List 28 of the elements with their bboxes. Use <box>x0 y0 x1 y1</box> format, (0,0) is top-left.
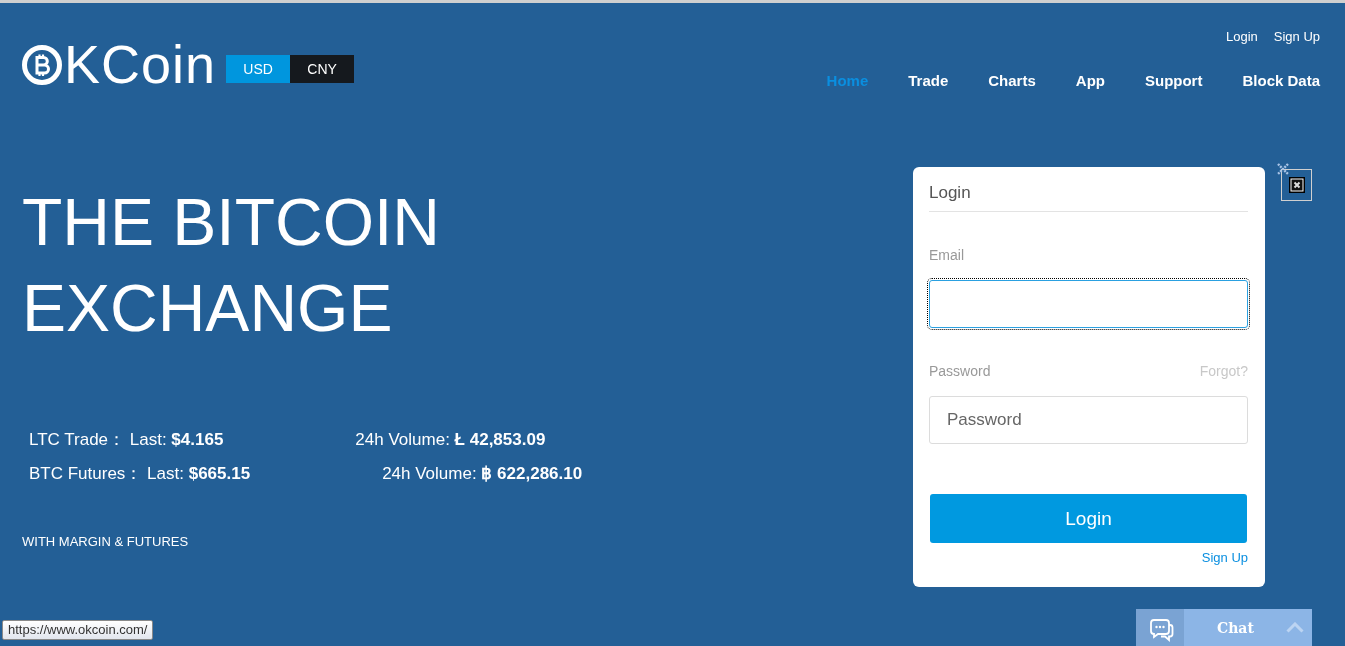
currency-toggle[interactable]: CNY <box>290 55 355 83</box>
tagline: WITH MARGIN & FUTURES <box>22 534 190 550</box>
nav-link[interactable]: Block Data <box>1242 72 1320 90</box>
account-link[interactable]: Login <box>1225 29 1258 45</box>
password-field[interactable]: Password <box>929 396 1248 444</box>
nav-link[interactable]: Charts <box>988 72 1036 90</box>
logo-text: KCoin <box>64 43 217 85</box>
email-field[interactable] <box>929 280 1248 328</box>
close-button[interactable] <box>1281 169 1312 201</box>
account-link[interactable]: Sign Up <box>1273 29 1320 45</box>
cross-icon <box>1277 163 1289 175</box>
caret-up-icon <box>1286 622 1304 633</box>
hero-title: THE BITCOIN EXCHANGE <box>22 184 441 347</box>
status-url-tooltip: https://www.okcoin.com/ <box>2 620 154 640</box>
nav-link[interactable]: Support <box>1144 72 1203 90</box>
nav-link[interactable]: Trade <box>908 72 949 90</box>
market-last-price: LTC Trade： Last: $4.165 <box>29 429 224 451</box>
bitcoin-icon <box>22 45 62 85</box>
password-label: Password <box>929 362 991 380</box>
market-volume: 24h Volume: Ł 42,853.09 <box>355 429 546 451</box>
market-volume: 24h Volume: ฿ 622,286.10 <box>382 463 583 485</box>
close-icon <box>1288 177 1305 193</box>
market-last-price: BTC Futures： Last: $665.15 <box>29 463 251 485</box>
login-title: Login <box>929 183 972 203</box>
email-label: Email <box>929 246 965 264</box>
sign-up-link[interactable]: Sign Up <box>1201 550 1248 566</box>
nav-link[interactable]: App <box>1075 72 1105 90</box>
chat-bubbles-icon <box>1136 609 1184 646</box>
